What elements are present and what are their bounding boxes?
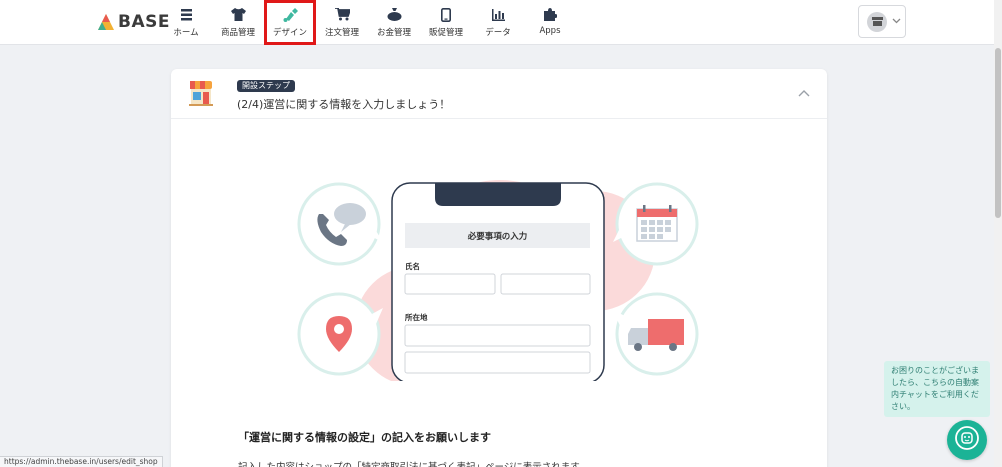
nav-item-orders[interactable]: 注文管理: [316, 0, 368, 45]
nav-label: Apps: [539, 26, 561, 36]
chat-bot-icon: [954, 425, 980, 455]
nav-item-promotion[interactable]: 販促管理: [420, 0, 472, 45]
nav-item-products[interactable]: 商品管理: [212, 0, 264, 45]
nav-label: 販促管理: [428, 28, 463, 38]
money-bag-icon: [386, 7, 402, 22]
smartphone-icon: [438, 7, 454, 22]
puzzle-icon: [542, 7, 558, 22]
nav-label: 注文管理: [324, 28, 359, 38]
nav-item-money[interactable]: お金管理: [368, 0, 420, 45]
nav-label: データ: [485, 28, 511, 38]
base-logo[interactable]: BASE: [96, 10, 170, 34]
chat-help-bubble[interactable]: お困りのことがございましたら、こちらの自動案内チャットをご利用ください。: [884, 361, 990, 417]
shop-switcher-dropdown[interactable]: [858, 5, 906, 38]
chevron-down-icon: [892, 16, 901, 27]
nav-item-apps[interactable]: Apps: [524, 0, 576, 45]
nav-item-home[interactable]: ホーム: [160, 0, 212, 45]
chat-button[interactable]: [947, 420, 987, 460]
logo-mark-icon: [98, 14, 114, 30]
nav-label: 商品管理: [220, 28, 255, 38]
section-title: 「運営に関する情報の設定」の記入をお願いします: [238, 431, 491, 444]
storefront-icon: [188, 81, 214, 107]
status-bar-url: https://admin.thebase.in/users/edit_shop: [0, 456, 163, 467]
setup-step-card: 開設ステップ (2/4)運営に関する情報を入力しましょう！ 必要事項の入力 氏名…: [171, 69, 827, 467]
nav-label: ホーム: [173, 28, 199, 38]
page-scrollbar[interactable]: [994, 0, 1002, 467]
nav-item-design[interactable]: デザイン: [264, 0, 316, 45]
scrollbar-thumb[interactable]: [995, 48, 1001, 218]
store-icon: [867, 11, 887, 32]
main-nav: ホーム 商品管理 デザイン 注文管理 お金管理 販促管理 データ Apps: [160, 0, 576, 45]
step-title: (2/4)運営に関する情報を入力しましょう！: [237, 98, 451, 111]
list-icon: [178, 7, 194, 22]
nav-label: デザイン: [272, 28, 307, 38]
top-navigation-bar: BASE ホーム 商品管理 デザイン 注文管理 お金管理 販促管理 データ Ap…: [0, 0, 1002, 45]
brush-icon: [282, 7, 298, 22]
nav-item-data[interactable]: データ: [472, 0, 524, 45]
tshirt-icon: [230, 7, 246, 22]
nav-label: お金管理: [376, 28, 411, 38]
address-label: 所在地: [405, 313, 428, 322]
section-description: 記入した内容はショップの「特定商取引法に基づく表記」ページに表示されます。: [238, 459, 588, 467]
name-label: 氏名: [405, 262, 420, 271]
chevron-up-icon[interactable]: [797, 86, 811, 100]
card-header[interactable]: 開設ステップ (2/4)運営に関する情報を入力しましょう！: [171, 69, 827, 119]
form-illustration: 必要事項の入力 氏名 所在地: [295, 176, 705, 381]
cart-icon: [334, 7, 350, 22]
form-header-label: 必要事項の入力: [467, 232, 528, 242]
step-badge: 開設ステップ: [237, 80, 295, 92]
bar-chart-icon: [490, 7, 506, 22]
